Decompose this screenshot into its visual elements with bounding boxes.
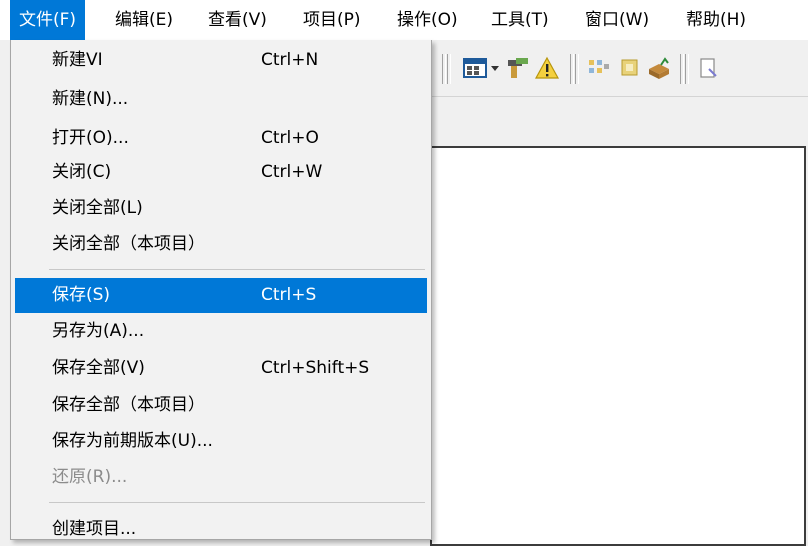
menu-item-new[interactable]: 新建(N)...	[15, 82, 427, 117]
menu-item-save-all-project[interactable]: 保存全部（本项目）	[15, 388, 427, 423]
menu-window[interactable]: 窗口(W)	[576, 0, 658, 40]
run-arrangement-icon[interactable]	[462, 55, 488, 81]
clean-diagram-icon[interactable]	[586, 55, 612, 81]
menu-separator	[49, 269, 425, 270]
menu-item-label: 新建(N)...	[52, 89, 129, 109]
menu-item-label: 创建项目...	[52, 519, 137, 539]
reorder-icon[interactable]	[646, 55, 672, 81]
menu-item-shortcut: Ctrl+O	[261, 128, 319, 148]
menu-tools[interactable]: 工具(T)	[482, 0, 558, 40]
menu-item-label: 另存为(A)...	[52, 321, 145, 341]
menu-item-label: 关闭(C)	[52, 162, 112, 182]
file-dropdown-menu: 新建VI Ctrl+N 新建(N)... 打开(O)... Ctrl+O 关闭(…	[10, 40, 432, 540]
menu-item-label: 关闭全部（本项目）	[52, 234, 205, 254]
toolbar-separator	[447, 54, 451, 84]
menu-item-save-as[interactable]: 另存为(A)...	[15, 314, 427, 349]
menu-item-label: 保存全部(V)	[52, 358, 145, 378]
front-panel-canvas[interactable]	[430, 146, 806, 546]
toolbar-separator	[575, 54, 579, 84]
menu-item-shortcut: Ctrl+S	[261, 285, 317, 305]
menu-help[interactable]: 帮助(H)	[677, 0, 755, 40]
menu-item-label: 保存全部（本项目）	[52, 395, 205, 415]
menu-item-open[interactable]: 打开(O)... Ctrl+O	[15, 121, 427, 156]
menu-item-shortcut: Ctrl+W	[261, 162, 323, 182]
cleanup-icon[interactable]	[617, 55, 643, 81]
warning-icon[interactable]	[534, 55, 560, 81]
document-icon[interactable]	[696, 55, 722, 81]
menu-item-label: 打开(O)...	[52, 128, 129, 148]
menu-item-shortcut: Ctrl+Shift+S	[261, 358, 370, 378]
toolbar-separator	[685, 54, 689, 84]
menu-project[interactable]: 项目(P)	[294, 0, 370, 40]
menu-item-label: 还原(R)...	[52, 467, 128, 487]
menu-item-save-previous-version[interactable]: 保存为前期版本(U)...	[15, 424, 427, 459]
toolbar-separator	[680, 54, 684, 84]
toolbar-separator	[570, 54, 574, 84]
menu-view[interactable]: 查看(V)	[199, 0, 276, 40]
menu-item-shortcut: Ctrl+N	[261, 50, 319, 70]
menu-item-close-all[interactable]: 关闭全部(L)	[15, 191, 427, 226]
menu-item-close-all-project[interactable]: 关闭全部（本项目）	[15, 227, 427, 262]
menu-edit[interactable]: 编辑(E)	[106, 0, 182, 40]
menu-item-label: 保存(S)	[52, 285, 111, 305]
menu-item-close[interactable]: 关闭(C) Ctrl+W	[15, 155, 427, 190]
menu-bar: 文件(F) 编辑(E) 查看(V) 项目(P) 操作(O) 工具(T) 窗口(W…	[0, 0, 808, 40]
menu-item-create-project[interactable]: 创建项目...	[15, 512, 427, 539]
menu-file[interactable]: 文件(F)	[10, 0, 86, 40]
toolbar	[432, 40, 808, 96]
toolbar-separator	[442, 54, 446, 84]
menu-item-save-all[interactable]: 保存全部(V) Ctrl+Shift+S	[15, 351, 427, 386]
menu-operate[interactable]: 操作(O)	[388, 0, 467, 40]
menu-item-revert: 还原(R)...	[15, 460, 427, 495]
menu-separator	[49, 502, 425, 503]
menu-item-label: 新建VI	[52, 50, 103, 70]
probe-icon[interactable]	[504, 55, 530, 81]
menu-item-save[interactable]: 保存(S) Ctrl+S	[15, 278, 427, 313]
menu-item-label: 关闭全部(L)	[52, 198, 143, 218]
menu-item-new-vi[interactable]: 新建VI Ctrl+N	[15, 43, 427, 78]
tab-strip	[432, 97, 808, 137]
menu-item-label: 保存为前期版本(U)...	[52, 431, 213, 451]
dropdown-arrow-icon[interactable]	[488, 55, 502, 81]
